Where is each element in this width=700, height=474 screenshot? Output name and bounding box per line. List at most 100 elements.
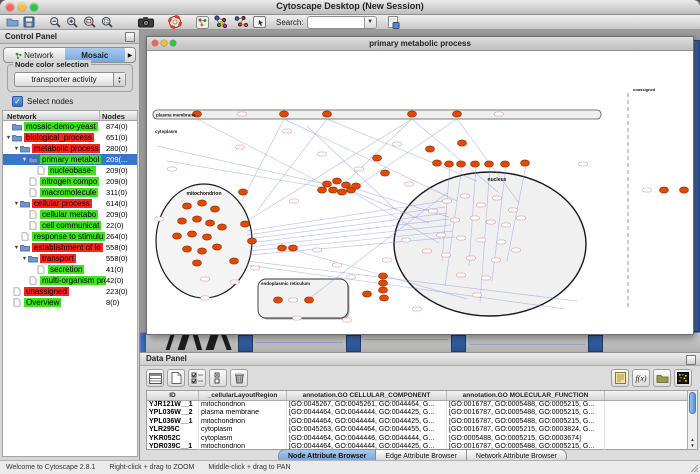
tree-row[interactable]: unassigned223(0) [3,286,137,297]
tree-row[interactable]: ▼establishment of lo558(0) [3,242,137,253]
graph-node-small [333,263,342,267]
tree-row[interactable]: Overview8(0) [3,297,137,308]
tree-row-node-count: 874(0) [106,122,137,131]
scrollbar-thumb[interactable] [689,392,696,414]
data-panel-float-icon[interactable] [686,355,696,365]
help-lifesaver-icon[interactable] [168,16,182,29]
expand-arrow-icon[interactable]: ▼ [13,201,20,207]
attribute-table-icon[interactable] [146,369,164,387]
tree-row[interactable]: secretion41(0) [3,264,137,275]
tree-row[interactable]: ▼metabolic process280(0) [3,143,137,154]
cell-molecular-function: [GO:0016787, GO:0005488, GO:0005215, G..… [447,409,605,417]
new-attribute-icon[interactable] [167,369,185,387]
table-row[interactable]: YKR052Ccytoplasm[GO:0044464, GO:0044446,… [147,435,697,443]
table-row[interactable]: YLR295Ccytoplasm[GO:0045263, GO:0044464,… [147,426,697,434]
tree-row[interactable]: cellular metabo209(0) [3,209,137,220]
search-dropdown-arrow-icon[interactable]: ▼ [364,17,376,28]
node-color-combobox[interactable]: transporter activity ▲▼ [14,72,126,87]
apply-layout-icon[interactable] [213,16,229,29]
tab-overflow-arrow-icon[interactable]: ▶ [125,52,135,59]
resize-grip-icon[interactable] [689,463,699,473]
node-color-selection-group: Node color selection transporter activit… [7,64,133,92]
unselect-attributes-icon[interactable] [209,369,227,387]
table-column-header[interactable]: annotation.GO MOLECULAR_FUNCTION [447,391,605,400]
graph-node-selected [501,161,510,167]
table-column-header[interactable]: annotation.GO CELLULAR_COMPONENT [287,391,447,400]
graph-node-small [168,167,177,171]
tree-row[interactable]: ▼primary metabol209(... [3,154,137,165]
tree-row[interactable]: ▼transport558(0) [3,253,137,264]
tree-row-label: cell communicat [40,221,101,230]
tree-column-network[interactable]: Network [3,111,100,120]
table-row[interactable]: YPL036W__2plasma membrane[GO:0044464, GO… [147,409,697,417]
function-builder-icon[interactable]: f(x) [632,369,650,387]
cell-id: YKR052C [147,435,199,443]
vizmapper-icon[interactable] [196,16,209,29]
tree-row[interactable]: nitrogen compo209(0) [3,176,137,187]
save-session-icon[interactable] [23,16,35,29]
open-file-icon[interactable] [6,16,19,29]
network-canvas[interactable]: plasma membranecytoplasmmitochondrionnuc… [147,51,691,334]
tree-column-nodes[interactable]: Nodes [100,111,137,120]
search-input[interactable] [308,18,364,27]
graph-node-selected [178,218,187,224]
cell-filler [605,443,697,451]
snapshot-camera-icon[interactable] [138,16,154,29]
tree-row[interactable]: multi-organism pro42(0) [3,275,137,286]
select-attributes-icon[interactable] [188,369,206,387]
combobox-stepper-icon: ▲▼ [113,73,125,86]
graph-node-selected [363,291,372,297]
zoom-in-icon[interactable] [66,16,79,29]
graph-edge [167,161,327,188]
expand-arrow-icon[interactable]: ▼ [13,146,20,152]
cell-filler [605,401,697,409]
zoom-fit-icon[interactable] [101,16,114,29]
background-window-accent [238,335,253,352]
tree-row-label: multi-organism pro [40,276,106,285]
notes-icon[interactable] [611,369,629,387]
graph-node-small [471,216,480,220]
expand-arrow-icon[interactable]: ▼ [21,157,28,163]
graph-node-selected [333,178,342,184]
table-row[interactable]: YJR121W__1mitochondrion[GO:0045267, GO:0… [147,401,697,409]
window-title: Cytoscape Desktop (New Session) [0,1,700,11]
plugin-manager-icon[interactable] [387,16,400,29]
tree-row[interactable]: macromolecule311(0) [3,187,137,198]
tree-row[interactable]: cell communicat22(0) [3,220,137,231]
select-nodes-checkbox[interactable]: ✓ [12,96,23,107]
node-color-selection-legend: Node color selection [13,60,91,69]
annotation-icon[interactable] [253,16,266,29]
tree-row[interactable]: nucleobase-209(0) [3,165,137,176]
network-view-titlebar[interactable]: primary metabolic process [147,37,693,51]
graph-node-selected [230,258,239,264]
expand-arrow-icon[interactable]: ▼ [21,256,28,262]
cell-filler [605,426,697,434]
table-row[interactable]: YPL036W__1mitochondrion[GO:0044464, GO:0… [147,418,697,426]
tree-row[interactable]: mosaic-demo-yeast874(0) [3,121,137,132]
delete-attribute-trash-icon[interactable] [230,369,248,387]
heatmap-matrix-icon[interactable] [674,369,692,387]
window-titlebar[interactable]: Cytoscape Desktop (New Session) [0,0,700,15]
control-panel: Control Panel Network Mosaic ▶ Node colo… [0,30,140,460]
table-column-header[interactable]: _cellularLayoutRegion [199,391,287,400]
tree-row[interactable]: response to stimulu264(0) [3,231,137,242]
tree-row[interactable]: ▼cellular process614(0) [3,198,137,209]
import-attributes-folder-icon[interactable] [653,369,671,387]
tree-row[interactable]: ▼biological_process651(0) [3,132,137,143]
tree-row-node-count: 209(0) [106,166,137,175]
table-scrollbar[interactable]: ▲▼ [687,391,697,449]
tree-row-label: metabolic process [32,144,100,153]
graph-node-small [457,273,466,277]
graph-edge [242,119,284,201]
float-panel-icon[interactable] [125,32,135,42]
expand-arrow-icon[interactable]: ▼ [13,245,20,251]
zoom-out-icon[interactable] [49,16,62,29]
graph-node-selected [323,181,332,187]
zoom-selected-icon[interactable] [83,16,97,29]
expand-arrow-icon[interactable]: ▼ [5,135,12,141]
modify-network-icon[interactable] [233,16,249,29]
table-column-header[interactable]: ID [147,391,199,400]
graph-node-small [251,266,260,270]
cell-id: YPL036W__1 [147,418,199,426]
scrollbar-arrows[interactable]: ▲▼ [688,437,697,449]
